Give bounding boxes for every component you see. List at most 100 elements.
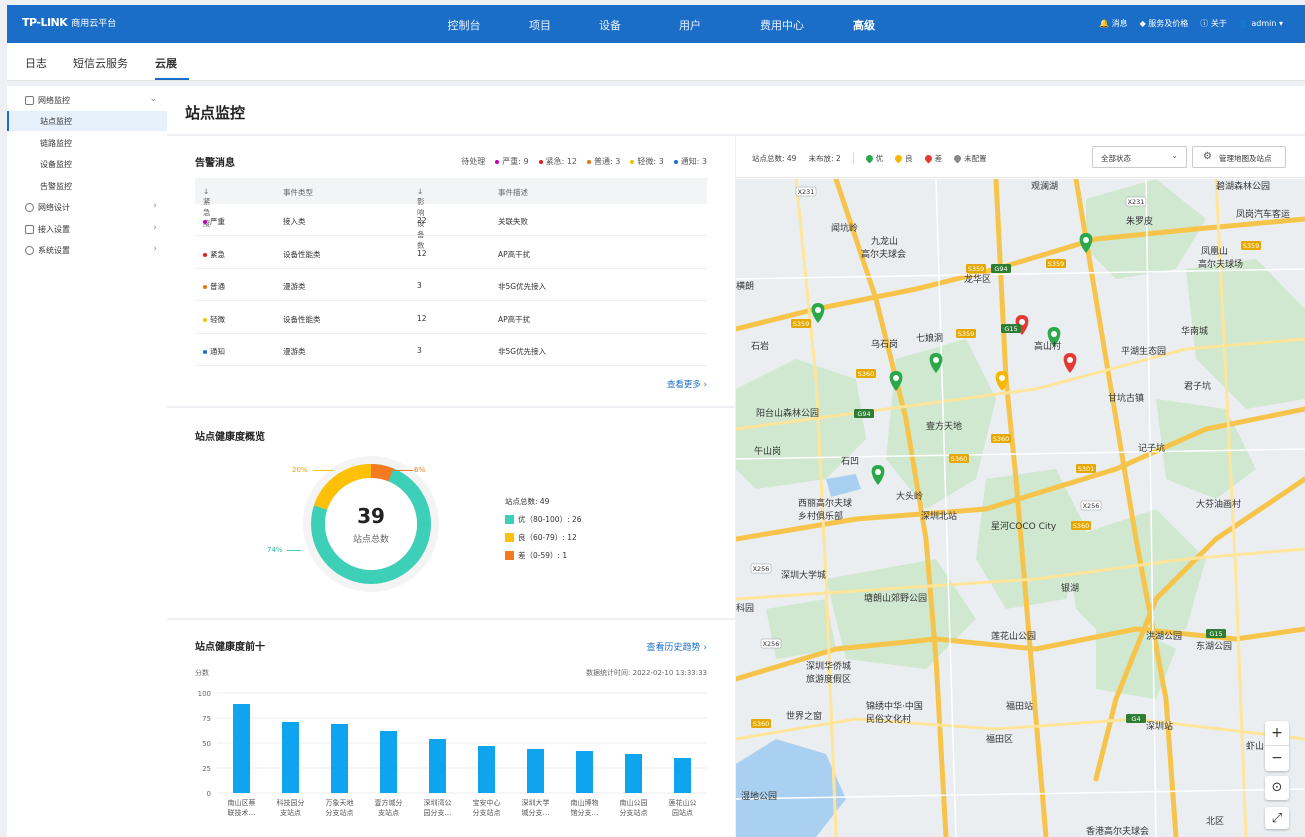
map-place-label: 龙华区 bbox=[964, 273, 991, 285]
bar[interactable] bbox=[429, 739, 446, 793]
level-dot-icon bbox=[203, 220, 207, 224]
bar[interactable] bbox=[331, 724, 348, 793]
level-dot-icon bbox=[630, 159, 635, 164]
sidebar-item-site-monitor[interactable]: 站点监控 bbox=[7, 111, 167, 131]
x-tick-label: 分支站点 bbox=[620, 808, 648, 817]
chevron-up-icon: ⌄ bbox=[149, 94, 157, 104]
table-row[interactable]: 轻微 设备性能类 12 AP高干扰 bbox=[195, 302, 707, 334]
user-menu[interactable]: 👤 admin ▾ bbox=[1239, 19, 1283, 28]
legend-item: 差（0-59）: 1 bbox=[505, 546, 582, 564]
map-place-label: 深圳北站 bbox=[921, 510, 957, 522]
level-text: 严重 bbox=[210, 217, 225, 226]
view-history-link[interactable]: 查看历史趋势 › bbox=[647, 640, 707, 653]
cell-desc: 非5G优先接入 bbox=[498, 282, 547, 291]
map-place-label: 横朗 bbox=[736, 280, 754, 292]
site-pin[interactable] bbox=[871, 465, 885, 485]
site-map[interactable]: 观澜湖 碧湖森林公园 凤岗汽车客运 朱罗皮 凤凰山 高尔夫球场 闻坑岭 九龙山 高尔夫球会 龙华区… bbox=[736, 179, 1305, 837]
status-select[interactable]: 全部状态 ⌄ bbox=[1092, 146, 1187, 168]
x-tick-label: 联技术… bbox=[228, 808, 256, 817]
map-place-label: 壹方天地 bbox=[926, 420, 962, 432]
map-place-label: 君子坑 bbox=[1184, 380, 1211, 392]
about-link[interactable]: ⓘ 关于 bbox=[1200, 18, 1227, 29]
sidebar-group-system-settings[interactable]: 系统设置 › bbox=[7, 240, 167, 260]
fullscreen-button[interactable]: ⤢ bbox=[1265, 807, 1289, 829]
map-place-label: 旅游度假区 bbox=[806, 673, 851, 685]
subtab-1[interactable]: 短信云服务 bbox=[73, 55, 128, 71]
map-place-label: 星河COCO City bbox=[991, 520, 1057, 532]
nav-5[interactable]: 高级 bbox=[853, 17, 875, 33]
table-row[interactable]: 紧急 设备性能类 12 AP高干扰 bbox=[195, 237, 707, 269]
nav-4[interactable]: 费用中心 bbox=[760, 17, 804, 33]
health-legend: 站点总数: 49 优（80-100）: 26 良（60-79）: 12 差（0-59… bbox=[505, 492, 582, 564]
table-row[interactable]: 普通 漫游类 3 非5G优先接入 bbox=[195, 269, 707, 301]
table-row[interactable]: 严重 接入类 22 关联失败 bbox=[195, 204, 707, 236]
subtab-0[interactable]: 日志 bbox=[25, 55, 47, 71]
col-count[interactable]: 影响设备数 ↓ bbox=[417, 187, 425, 250]
sidebar-group-access-settings[interactable]: 接入设置 › bbox=[7, 219, 167, 239]
bar[interactable] bbox=[478, 746, 495, 793]
nav-2[interactable]: 设备 bbox=[599, 17, 621, 33]
legend-item: 良（60-79）: 12 bbox=[505, 528, 582, 546]
map-pin-icon bbox=[864, 153, 875, 164]
map-place-label: 观澜湖 bbox=[1031, 181, 1058, 192]
cell-type: 漫游类 bbox=[283, 282, 306, 291]
subtab-2[interactable]: 云展 bbox=[155, 55, 177, 71]
nav-0[interactable]: 控制台 bbox=[448, 17, 481, 33]
cell-count: 12 bbox=[417, 313, 427, 323]
map-card: 站点总数: 49 未布放: 2 优良差未配置 全部状态 ⌄ ⚙ 管理地图及站点 bbox=[736, 136, 1305, 837]
map-place-label: 九龙山 bbox=[871, 235, 898, 247]
map-legend-item: 优 bbox=[864, 153, 883, 164]
map-place-label: 阳台山森林公园 bbox=[756, 407, 819, 419]
locate-button[interactable]: ⊙ bbox=[1265, 776, 1289, 800]
alarm-summary-item: 紧急: 12 bbox=[538, 156, 577, 167]
sidebar-group-network-design[interactable]: 网络设计 › bbox=[7, 197, 167, 217]
top-right-actions: 🔔 消息 ◆ 服务及价格 ⓘ 关于 👤 admin ▾ bbox=[1099, 18, 1283, 29]
map-place-label: 乡村俱乐部 bbox=[798, 510, 843, 522]
sidebar-item-link-monitor[interactable]: 链路监控 bbox=[7, 133, 167, 153]
level-dot-icon bbox=[203, 350, 207, 354]
nav-3[interactable]: 用户 bbox=[679, 17, 701, 33]
bar[interactable] bbox=[576, 751, 593, 793]
map-place-label: 福田区 bbox=[986, 733, 1013, 745]
road-shield-label: X256 bbox=[753, 565, 770, 573]
map-place-label: 世界之窗 bbox=[786, 710, 822, 722]
alarm-summary-item: 通知: 3 bbox=[673, 156, 707, 167]
map-stats: 站点总数: 49 未布放: 2 优良差未配置 bbox=[752, 152, 987, 164]
zoom-control: + − bbox=[1265, 721, 1289, 771]
bar[interactable] bbox=[625, 754, 642, 793]
x-tick-label: 深圳湾公 bbox=[424, 798, 452, 807]
bar[interactable] bbox=[380, 731, 397, 793]
road-shield-label: S359 bbox=[958, 330, 975, 338]
y-tick-label: 0 bbox=[207, 790, 211, 798]
map-place-label: 虾山 bbox=[1246, 740, 1264, 752]
map-place-label: 高尔夫球会 bbox=[861, 248, 906, 260]
map-place-label: 碧湖森林公园 bbox=[1216, 180, 1270, 192]
view-more-link[interactable]: 查看更多 › bbox=[667, 378, 707, 390]
stat-undeployed: 未布放: 2 bbox=[808, 153, 841, 163]
nav-1[interactable]: 项目 bbox=[529, 17, 551, 33]
zoom-in-button[interactable]: + bbox=[1265, 721, 1289, 746]
map-place-label: 深圳站 bbox=[1146, 720, 1173, 732]
manage-map-button[interactable]: ⚙ 管理地图及站点 bbox=[1192, 146, 1286, 168]
sidebar-group-network-monitor[interactable]: 网络监控 ⌄ bbox=[7, 90, 167, 110]
cell-level: 紧急 bbox=[203, 249, 225, 260]
sidebar-item-alarm-monitor[interactable]: 告警监控 bbox=[7, 176, 167, 196]
bar[interactable] bbox=[674, 758, 691, 793]
x-tick-label: 宝安中心 bbox=[473, 798, 501, 807]
col-level[interactable]: 紧急度 ↓ bbox=[203, 187, 211, 228]
service-link[interactable]: ◆ 服务及价格 bbox=[1140, 18, 1189, 29]
bar[interactable] bbox=[233, 704, 250, 793]
messages-link[interactable]: 🔔 消息 bbox=[1099, 18, 1128, 29]
cell-count: 22 bbox=[417, 216, 427, 225]
table-row[interactable]: 通知 漫游类 3 非5G优先接入 bbox=[195, 334, 707, 366]
sidebar-item-device-monitor[interactable]: 设备监控 bbox=[7, 154, 167, 174]
bar[interactable] bbox=[527, 749, 544, 793]
cell-desc: AP高干扰 bbox=[498, 314, 531, 324]
zoom-out-button[interactable]: − bbox=[1265, 746, 1289, 771]
divider bbox=[852, 152, 854, 164]
site-pin[interactable] bbox=[811, 303, 825, 323]
map-place-label: 湿地公园 bbox=[741, 790, 777, 802]
site-pin[interactable] bbox=[1063, 353, 1077, 373]
bar[interactable] bbox=[282, 722, 299, 793]
alarm-card: 告警消息 待处理 严重: 9 紧急: 12 普通: 3 轻微: 3 通知: 3 紧急度 ↓… bbox=[167, 136, 735, 406]
